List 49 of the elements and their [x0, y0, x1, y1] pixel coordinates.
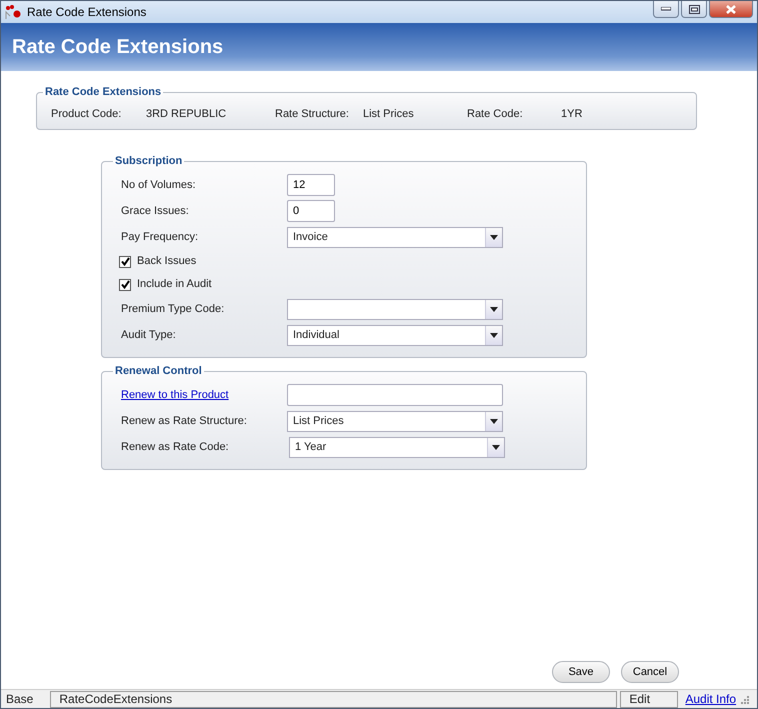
- resize-grip-icon: [739, 694, 750, 704]
- status-panel: Edit: [620, 690, 678, 708]
- text-field[interactable]: 0: [287, 200, 335, 222]
- field-label: Rate Code:: [467, 107, 524, 122]
- field-label: Pay Frequency:: [121, 230, 200, 245]
- dropdown[interactable]: Individual: [287, 324, 503, 346]
- save-button[interactable]: Save: [552, 661, 610, 683]
- cancel-button[interactable]: Cancel: [621, 661, 679, 683]
- section-title: Renewal Control: [114, 366, 203, 377]
- maximize-button[interactable]: [681, 1, 707, 18]
- field-value: 3RD REPUBLIC: [146, 107, 228, 122]
- dropdown[interactable]: 1 Year: [289, 436, 505, 458]
- window-title: Rate Code Extensions: [27, 4, 146, 21]
- text-field[interactable]: 12: [287, 174, 335, 196]
- field-label: Premium Type Code:: [121, 302, 226, 317]
- dropdown-arrow-icon: [490, 306, 498, 312]
- field-label: No of Volumes:: [121, 178, 197, 193]
- field-value: List Prices: [363, 107, 415, 122]
- dropdown-arrow-icon: [490, 234, 498, 240]
- checkbox-label: Back Issues: [137, 254, 196, 270]
- close-icon: [726, 4, 736, 14]
- dropdown-arrow-icon: [492, 444, 500, 450]
- maximize-icon: [688, 4, 700, 14]
- field-label: Renew as Rate Structure:: [121, 414, 248, 429]
- field-label: Renew as Rate Code:: [121, 440, 230, 455]
- section-title: Rate Code Extensions: [44, 87, 162, 98]
- text-field[interactable]: [287, 384, 503, 406]
- minimize-button[interactable]: [653, 1, 679, 18]
- page-title: Rate Code Extensions: [12, 35, 224, 60]
- checkbox[interactable]: [119, 278, 131, 290]
- dropdown-arrow-icon: [490, 418, 498, 424]
- checkbox[interactable]: [119, 256, 131, 268]
- field-label: Audit Type:: [121, 328, 177, 343]
- dropdown[interactable]: Invoice: [287, 226, 503, 248]
- dropdown[interactable]: List Prices: [287, 410, 503, 432]
- close-button[interactable]: [709, 1, 753, 18]
- field-label: Product Code:: [51, 107, 122, 122]
- field-value: 1YR: [561, 107, 584, 122]
- section-title: Subscription: [114, 156, 184, 167]
- field-label: Rate Structure:: [275, 107, 350, 122]
- app-icon: [5, 4, 21, 20]
- audit-info-link[interactable]: Audit Info: [685, 690, 736, 708]
- minimize-icon: [661, 7, 671, 11]
- product-link[interactable]: Renew to this Product: [121, 388, 229, 401]
- status-panel: RateCodeExtensions: [50, 690, 618, 708]
- field-label: Grace Issues:: [121, 204, 190, 219]
- status-text: Base: [6, 691, 34, 708]
- dropdown-arrow-icon: [490, 332, 498, 338]
- checkbox-label: Include in Audit: [137, 277, 212, 292]
